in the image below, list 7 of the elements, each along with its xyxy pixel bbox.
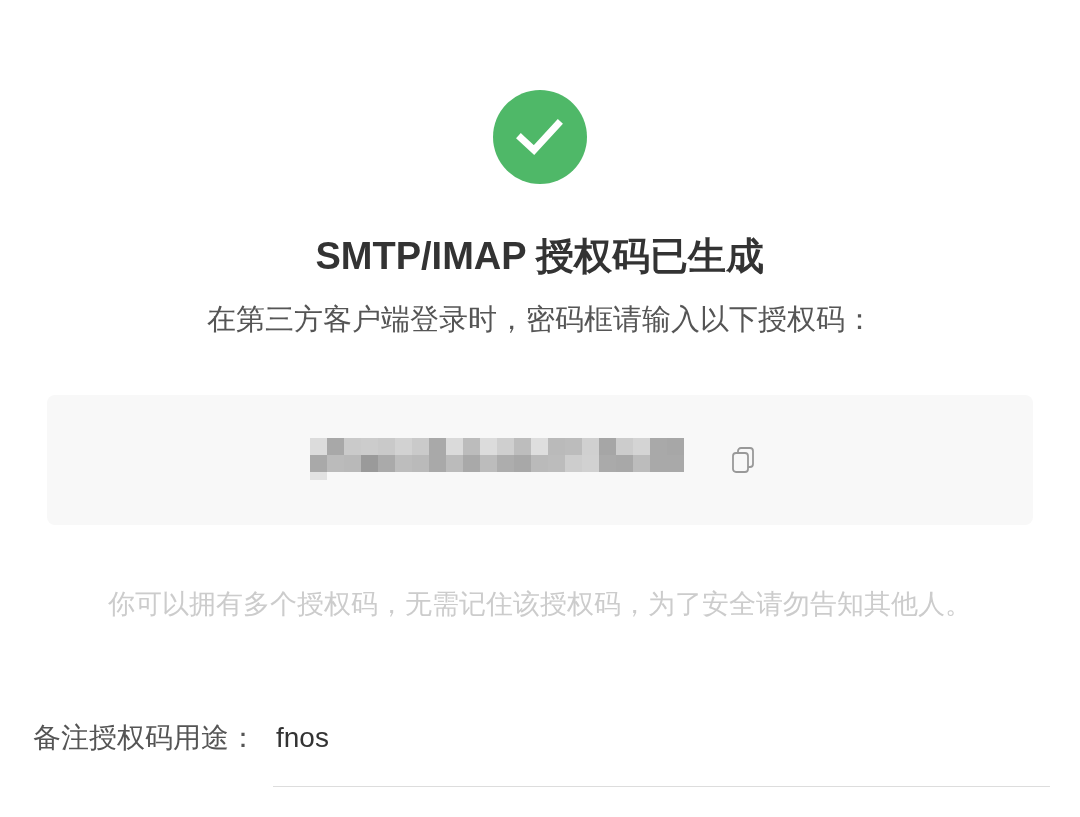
purpose-label: 备注授权码用途：: [33, 721, 258, 755]
page-title: SMTP/IMAP 授权码已生成: [315, 234, 765, 279]
instruction-text: 在第三方客户端登录时，密码框请输入以下授权码：: [206, 302, 874, 337]
purpose-input-field[interactable]: fnos: [273, 712, 1050, 787]
copy-icon: [732, 447, 754, 473]
copy-button[interactable]: [730, 445, 756, 475]
success-check-icon: [493, 90, 587, 184]
